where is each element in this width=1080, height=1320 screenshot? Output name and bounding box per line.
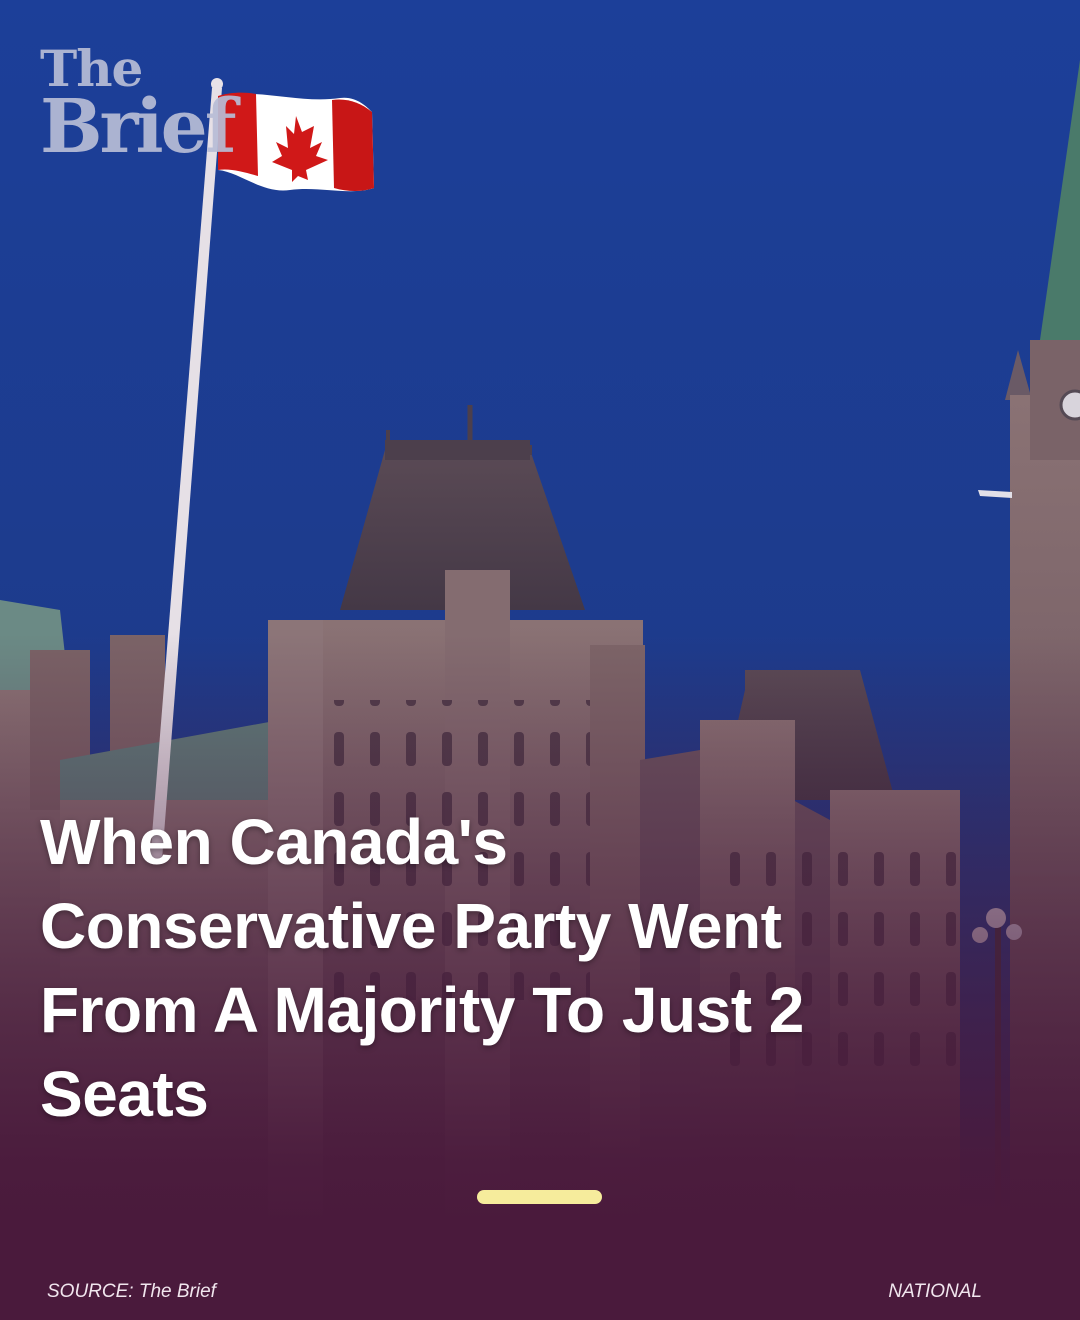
headline: When Canada's Conservative Party Went Fr… (40, 806, 804, 1130)
accent-bar (477, 1190, 602, 1204)
story-card: The Brief When Canada's Conservative Par… (0, 0, 1080, 1320)
source-credit: SOURCE: The Brief (47, 1281, 216, 1302)
brand-logo-line2: Brief (40, 84, 237, 170)
brand-logo: The Brief (40, 44, 237, 170)
category-label: NATIONAL (888, 1281, 982, 1302)
